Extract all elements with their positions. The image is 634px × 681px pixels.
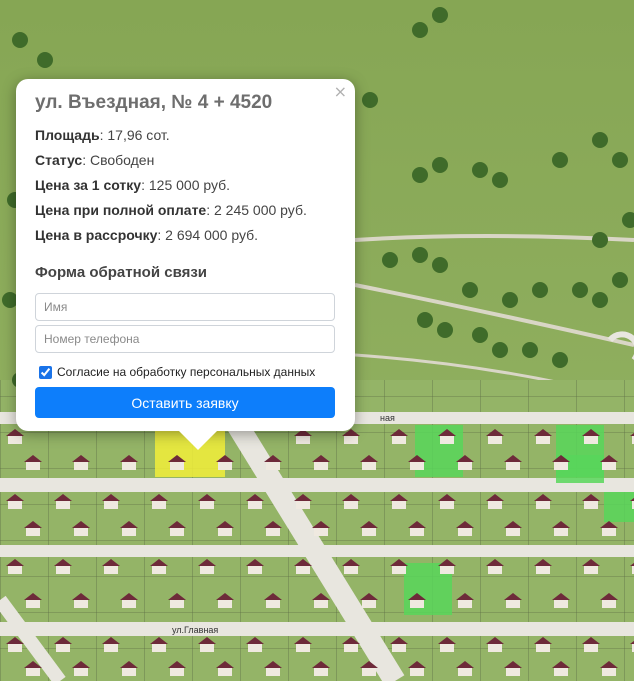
- detail-row: Цена при полной оплате: 2 245 000 руб.: [35, 202, 336, 218]
- street-label-main: ул.Главная: [172, 625, 218, 635]
- tree-icon: [432, 157, 448, 173]
- detail-value: : 17,96 сот.: [99, 127, 170, 143]
- detail-value: : 2 694 000 руб.: [157, 227, 259, 243]
- name-input[interactable]: [35, 293, 335, 321]
- detail-value: : Свободен: [82, 152, 155, 168]
- consent-checkbox[interactable]: [39, 365, 52, 379]
- tree-icon: [612, 272, 628, 288]
- popup-pointer: [178, 430, 218, 450]
- tree-icon: [362, 92, 378, 108]
- detail-label: Статус: [35, 152, 83, 168]
- detail-value: : 2 245 000 руб.: [206, 202, 307, 218]
- detail-row: Цена в рассрочку: 2 694 000 руб.: [35, 227, 336, 243]
- tree-icon: [412, 167, 428, 183]
- detail-label: Площадь: [35, 127, 100, 143]
- consent-row[interactable]: Согласие на обработку персональных данны…: [35, 365, 336, 379]
- road: [0, 478, 634, 492]
- tree-icon: [552, 152, 568, 168]
- plot-free[interactable]: [604, 492, 634, 522]
- tree-icon: [12, 32, 28, 48]
- tree-icon: [382, 252, 398, 268]
- tree-icon: [412, 22, 428, 38]
- plot-title: ул. Въездная, № 4 + 4520: [35, 92, 273, 113]
- tree-icon: [492, 172, 508, 188]
- plot-info-popup: × ул. Въездная, № 4 + 4520 Площадь: 17,9…: [16, 79, 355, 450]
- street-label-top: ная: [380, 413, 395, 423]
- detail-label: Цена при полной оплате: [35, 202, 207, 218]
- form-title: Форма обратной связи: [35, 264, 208, 281]
- tree-icon: [472, 162, 488, 178]
- tree-icon: [572, 282, 588, 298]
- phone-input[interactable]: [35, 325, 335, 353]
- tree-icon: [522, 342, 538, 358]
- road: [0, 622, 634, 636]
- plot-details: Площадь: 17,96 сот. Статус: Свободен Цена …: [35, 127, 336, 243]
- tree-icon: [592, 232, 608, 248]
- submit-button[interactable]: Оставить заявку: [35, 387, 335, 418]
- detail-row: Площадь: 17,96 сот.: [35, 127, 336, 143]
- tree-icon: [432, 257, 448, 273]
- tree-icon: [502, 292, 518, 308]
- tree-icon: [592, 292, 608, 308]
- detail-label: Цена за 1 сотку: [35, 177, 142, 193]
- consent-label: Согласие на обработку персональных данны…: [57, 365, 316, 379]
- tree-icon: [437, 322, 453, 338]
- close-button[interactable]: ×: [334, 82, 347, 102]
- tree-icon: [492, 342, 508, 358]
- tree-icon: [412, 247, 428, 263]
- tree-icon: [37, 52, 53, 68]
- tree-icon: [552, 352, 568, 368]
- tree-icon: [432, 7, 448, 23]
- tree-icon: [612, 152, 628, 168]
- detail-value: : 125 000 руб.: [141, 177, 231, 193]
- detail-row: Статус: Свободен: [35, 152, 336, 168]
- tree-icon: [472, 327, 488, 343]
- tree-icon: [532, 282, 548, 298]
- detail-label: Цена в рассрочку: [35, 227, 158, 243]
- detail-row: Цена за 1 сотку: 125 000 руб.: [35, 177, 336, 193]
- tree-icon: [417, 312, 433, 328]
- tree-icon: [462, 282, 478, 298]
- tree-icon: [592, 132, 608, 148]
